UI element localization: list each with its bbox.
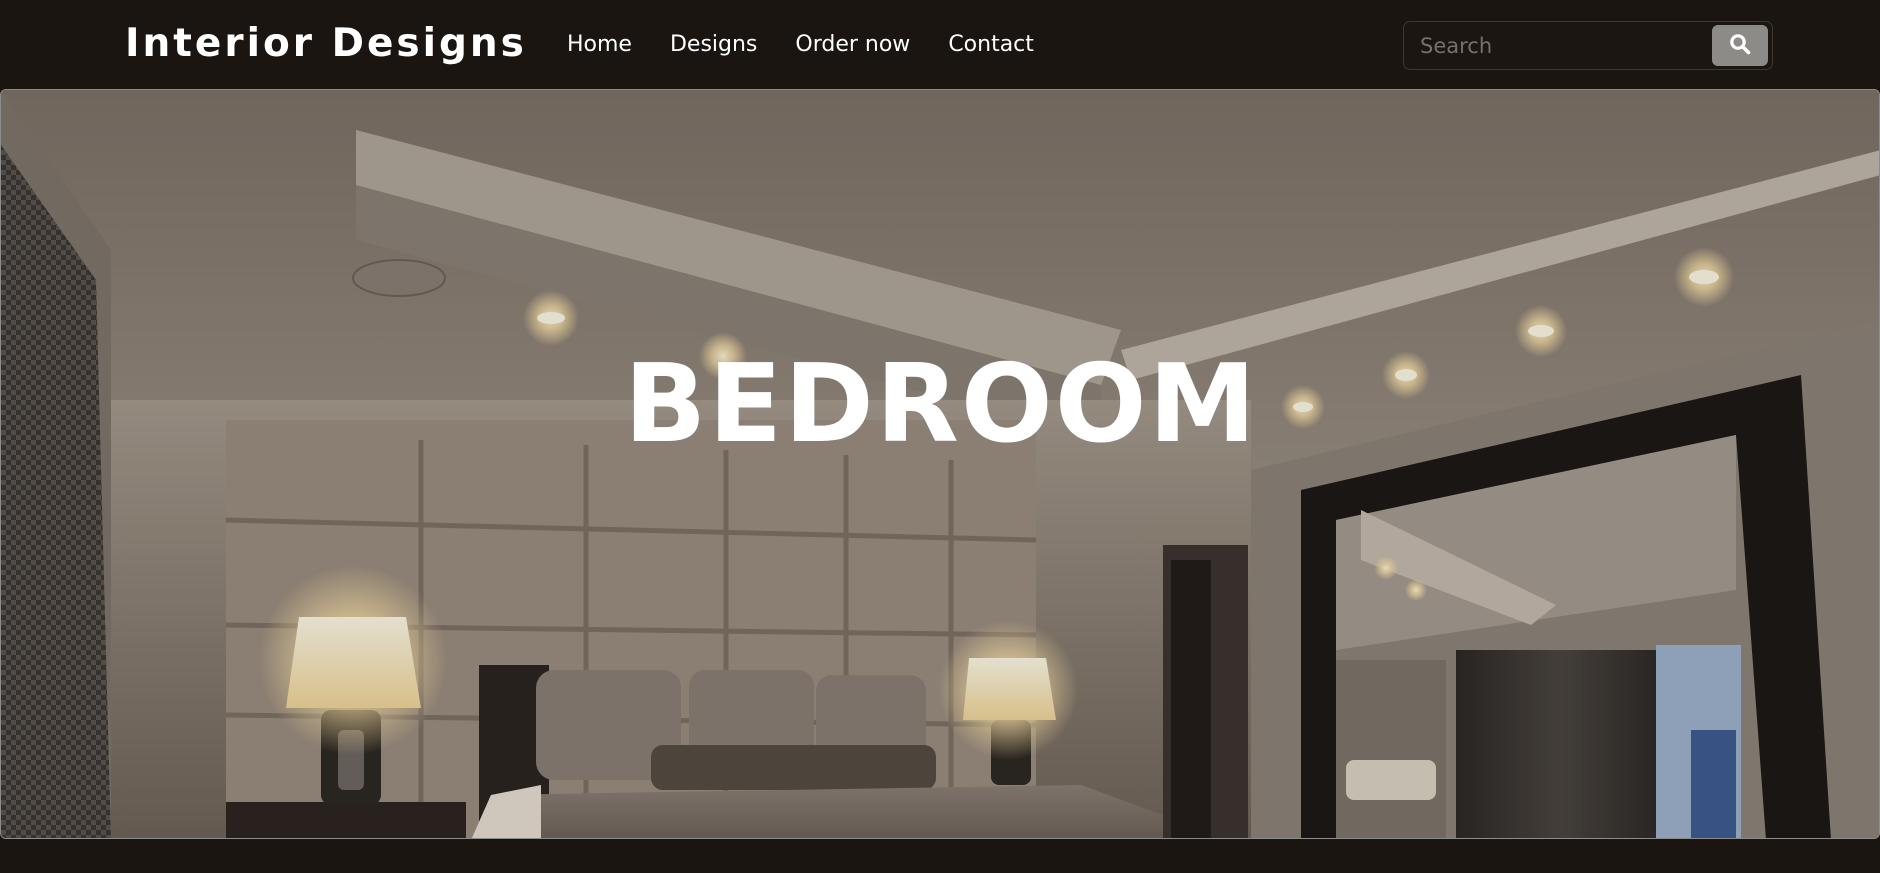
navbar: Interior Designs Home Designs Order now …: [0, 0, 1880, 89]
brand-logo[interactable]: Interior Designs: [125, 20, 527, 68]
nav-menu: Home Designs Order now Contact: [567, 28, 1034, 62]
footer-strip: [0, 839, 1880, 873]
hero-title: BEDROOM: [624, 342, 1258, 467]
search-button[interactable]: [1712, 25, 1768, 66]
nav-link-contact[interactable]: Contact: [948, 28, 1034, 62]
nav-link-home[interactable]: Home: [567, 28, 632, 62]
search-input[interactable]: [1405, 23, 1705, 68]
search-form: [1403, 21, 1773, 70]
search-icon: [1729, 33, 1751, 58]
nav-link-order-now[interactable]: Order now: [795, 28, 910, 62]
nav-link-designs[interactable]: Designs: [670, 28, 757, 62]
hero-banner: BEDROOM: [0, 89, 1880, 839]
